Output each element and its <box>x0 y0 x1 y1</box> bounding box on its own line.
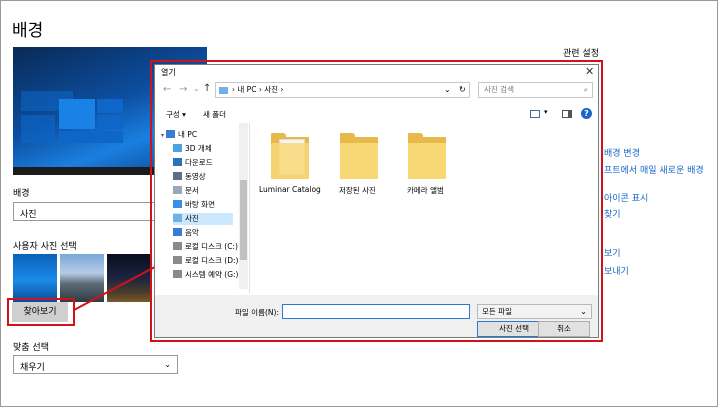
nav-scrollbar-thumb[interactable] <box>240 180 247 260</box>
nav-item-drive-c[interactable]: 로컬 디스크 (C:) <box>173 241 238 253</box>
filename-input[interactable] <box>282 304 470 319</box>
nav-item-label: 3D 개체 <box>185 144 212 153</box>
new-folder-button[interactable]: 새 폴더 <box>203 109 226 120</box>
file-type-dropdown[interactable]: 모든 파일 ⌄ <box>477 304 592 319</box>
nav-item-label: 로컬 디스크 (C:) <box>185 242 238 251</box>
nav-item-label: 음악 <box>185 228 199 237</box>
music-icon <box>173 228 182 236</box>
view-options-icon[interactable] <box>530 110 540 118</box>
cube-icon <box>173 144 182 152</box>
nav-item-downloads[interactable]: 다운로드 <box>173 157 213 169</box>
address-dropdown-icon[interactable]: ⌄ <box>444 83 451 97</box>
organize-menu[interactable]: 구성 ▾ <box>166 109 186 120</box>
download-icon <box>173 158 182 166</box>
nav-item-label: 시스템 예약 (G:) <box>185 270 239 279</box>
nav-item-drive-d[interactable]: 로컬 디스크 (D:) <box>173 255 238 267</box>
navigation-pane: ▾ 내 PC 3D 개체 다운로드 동영상 문서 바탕 화면 사진 음악 로컬 디… <box>155 123 250 293</box>
nav-item-label: 사진 <box>185 214 199 223</box>
close-icon[interactable]: ✕ <box>585 65 594 78</box>
chevron-down-icon: ⌄ <box>580 307 587 316</box>
folder-camera-roll[interactable] <box>408 133 448 179</box>
nav-item-label: 바탕 화면 <box>185 200 215 209</box>
open-file-dialog: 열기 ✕ ← → ⌄ ↑ › 내 PC › 사진 › ⌄ ↻ 사진 검색 ⌕ 구… <box>154 64 599 338</box>
nav-item-label: 다운로드 <box>185 158 213 167</box>
folder-luminar-catalog[interactable] <box>271 133 311 179</box>
nav-item-videos[interactable]: 동영상 <box>173 171 206 183</box>
address-separator: › <box>232 85 235 94</box>
drive-icon <box>173 256 182 264</box>
nav-item-label: 문서 <box>185 186 199 195</box>
pictures-icon <box>219 87 228 94</box>
folder-label: Luminar Catalog <box>259 185 321 194</box>
desktop-icon <box>173 200 182 208</box>
document-icon <box>173 186 182 194</box>
cancel-button[interactable]: 취소 <box>538 321 590 337</box>
address-separator: › <box>280 85 284 94</box>
pictures-icon <box>173 214 182 222</box>
drive-icon <box>173 242 182 250</box>
search-icon: ⌕ <box>583 85 588 94</box>
help-icon[interactable]: ? <box>581 108 592 119</box>
nav-item-label: 내 PC <box>178 130 198 139</box>
nav-item-music[interactable]: 음악 <box>173 227 199 239</box>
video-icon <box>173 172 182 180</box>
folder-saved-pictures[interactable] <box>340 133 380 179</box>
nav-item-3d-objects[interactable]: 3D 개체 <box>173 143 212 155</box>
recent-locations-icon[interactable]: ⌄ <box>193 84 200 93</box>
address-bar[interactable]: › 내 PC › 사진 › ⌄ ↻ <box>215 82 470 98</box>
search-input[interactable]: 사진 검색 ⌕ <box>478 82 593 98</box>
refresh-icon[interactable]: ↻ <box>459 83 466 97</box>
nav-item-desktop[interactable]: 바탕 화면 <box>173 199 215 211</box>
nav-item-documents[interactable]: 문서 <box>173 185 199 197</box>
filename-label: 파일 이름(N): <box>235 308 279 317</box>
nav-item-label: 동영상 <box>185 172 206 181</box>
view-dropdown-icon[interactable]: ▾ <box>544 108 548 116</box>
address-item-pc[interactable]: 내 PC <box>237 85 256 94</box>
back-arrow-icon[interactable]: ← <box>163 84 171 95</box>
address-separator: › <box>258 85 262 94</box>
nav-item-this-pc[interactable]: ▾ 내 PC <box>161 129 197 141</box>
computer-icon <box>166 130 176 138</box>
folder-label: 카메라 앨범 <box>407 186 444 195</box>
search-placeholder: 사진 검색 <box>484 85 514 94</box>
nav-item-label: 로컬 디스크 (D:) <box>185 256 239 265</box>
address-item-pictures[interactable]: 사진 <box>264 85 278 94</box>
preview-pane-icon[interactable] <box>562 110 572 118</box>
folder-label: 저장된 사진 <box>339 186 376 195</box>
drive-icon <box>173 270 182 278</box>
nav-item-pictures[interactable]: 사진 <box>173 213 233 225</box>
forward-arrow-icon[interactable]: → <box>179 84 187 95</box>
dialog-title: 열기 <box>161 68 176 77</box>
nav-item-drive-g[interactable]: 시스템 예약 (G:) <box>173 269 238 281</box>
file-type-value: 모든 파일 <box>482 307 512 316</box>
up-arrow-icon[interactable]: ↑ <box>203 83 211 94</box>
